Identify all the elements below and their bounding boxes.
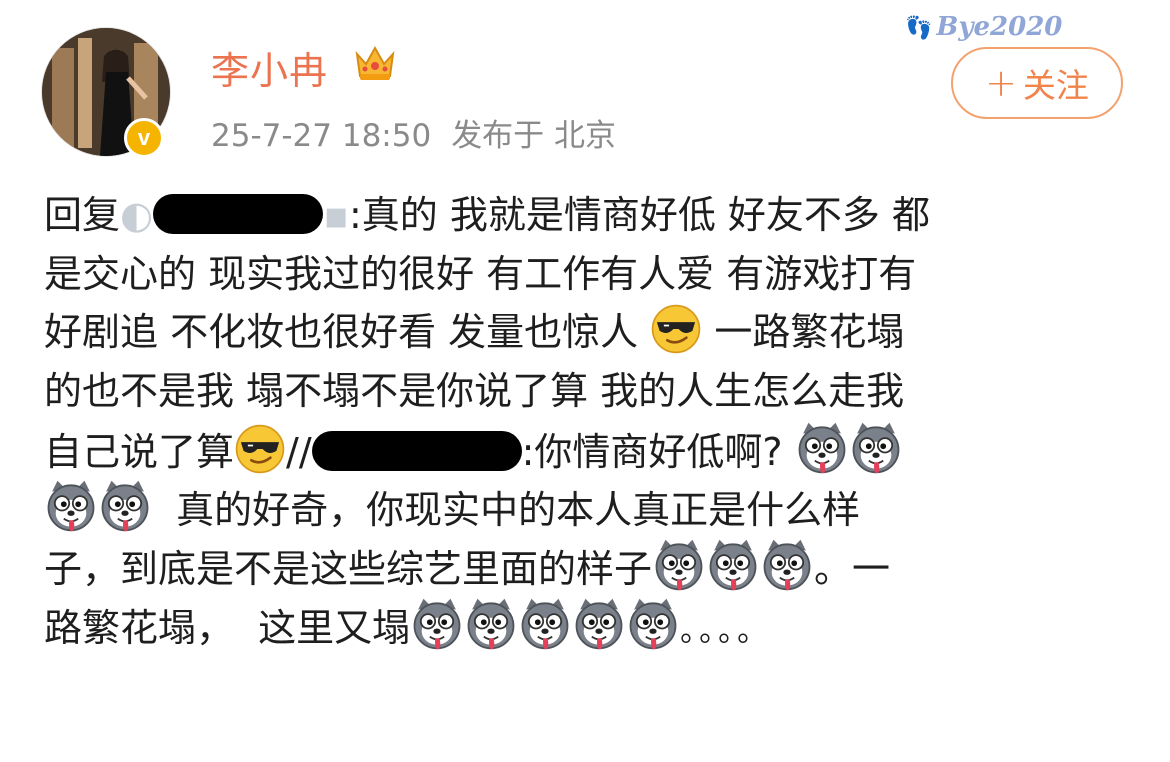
username[interactable]: 李小冉 [211,40,328,95]
follow-button[interactable]: + 关注 [951,47,1123,119]
content-line-5: 自己说了算 // :你情商好低啊? [44,421,1144,480]
redacted-edge: ◐ [120,193,154,237]
content-text: 路繁花塌， 这里又塌 [44,605,411,650]
content-line-1: 回复◐ ▪:真的 我就是情商好低 好友不多 都 [44,186,1144,245]
content-line-7: 子，到底是不是这些综艺里面的样子 。一 [44,538,1144,597]
content-text: 子，到底是不是这些综艺里面的样子 [44,547,653,592]
crown-icon [352,40,398,90]
post-timestamp: 25-7-27 18:50 [211,118,432,154]
redacted-edge: ▪ [323,193,349,237]
repost-separator: // [286,429,312,474]
footprints-icon: 👣 [905,15,933,41]
sunglasses-emoji [650,303,702,355]
sunglasses-emoji [234,423,286,475]
husky-doge-emoji [795,421,849,475]
verified-badge: v [124,118,164,158]
content-line-3: 好剧追 不化妆也很好看 发量也惊人 一路繁花塌 [44,303,1144,362]
plus-icon: + [985,61,1017,105]
husky-doge-emoji [760,538,814,592]
follow-label: 关注 [1022,66,1089,105]
husky-doge-emoji [572,597,626,651]
post-meta: 25-7-27 18:50 发布于 北京 [211,110,636,155]
watermark-text: Bye2020 [936,12,1063,42]
reply-text: :真的 我就是情商好低 好友不多 都 [348,193,930,237]
reply-prefix: 回复 [44,193,121,237]
post-content: 回复◐ ▪:真的 我就是情商好低 好友不多 都 是交心的 现实我过的很好 有工作有… [44,186,1144,656]
content-text: :你情商好低啊? [521,429,783,474]
content-line-2: 是交心的 现实我过的很好 有工作有人爱 有游戏打有 [44,251,917,296]
content-text: 真的好奇，你现实中的本人真正是什么样 [152,488,861,533]
husky-doge-emoji [44,479,98,533]
ellipsis-dots: 。。。。 [680,613,772,649]
husky-doge-emoji [706,538,760,592]
husky-doge-emoji [518,597,572,651]
content-line-6: 真的好奇，你现实中的本人真正是什么样 [44,479,1144,538]
husky-doge-emoji [652,538,706,592]
post-location: 发布于 北京 [451,118,617,154]
redacted-username [153,194,324,234]
husky-doge-emoji [410,597,464,651]
content-text: 自己说了算 [44,429,235,474]
husky-doge-emoji [849,421,903,475]
content-text: 好剧追 不化妆也很好看 发量也惊人 [44,310,639,355]
husky-doge-emoji [464,597,518,651]
husky-doge-emoji [98,479,152,533]
watermark: 👣 Bye2020 [905,12,1062,42]
content-line-8: 路繁花塌， 这里又塌 。。。。 [44,597,1144,656]
content-text: 一路繁花塌 [702,310,905,355]
content-line-4: 的也不是我 塌不塌不是你说了算 我的人生怎么走我 [44,369,905,414]
redacted-username [311,430,522,471]
husky-doge-emoji [626,597,680,651]
content-text: 。一 [814,547,891,592]
